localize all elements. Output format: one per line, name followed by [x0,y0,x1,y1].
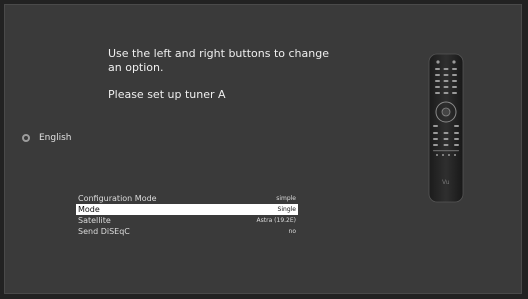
config-label: Mode [78,205,100,214]
instruction-text: Use the left and right buttons to change… [108,47,329,74]
tuner-setup-text: Please set up tuner A [108,88,226,101]
config-value: Single [277,206,296,213]
language-option[interactable]: English [22,133,72,143]
config-row-satellite[interactable]: Satellite Astra (19.2E) [76,215,298,226]
language-label: English [39,133,72,143]
config-row-send-diseqc[interactable]: Send DiSEqC no [76,226,298,237]
config-label: Satellite [78,216,111,225]
config-value: Astra (19.2E) [256,217,296,224]
config-label: Send DiSEqC [78,227,130,236]
config-value: no [288,228,296,235]
config-label: Configuration Mode [78,194,157,203]
tuner-config-list: Configuration Mode simple Mode Single Sa… [76,193,298,237]
remote-control-icon: Vu [428,53,464,203]
config-value: simple [276,195,296,202]
config-row-configuration-mode[interactable]: Configuration Mode simple [76,193,298,204]
config-row-mode[interactable]: Mode Single [76,204,298,215]
instructions: Use the left and right buttons to change… [108,47,338,102]
radio-icon [22,134,30,142]
remote-logo: Vu [442,179,450,186]
